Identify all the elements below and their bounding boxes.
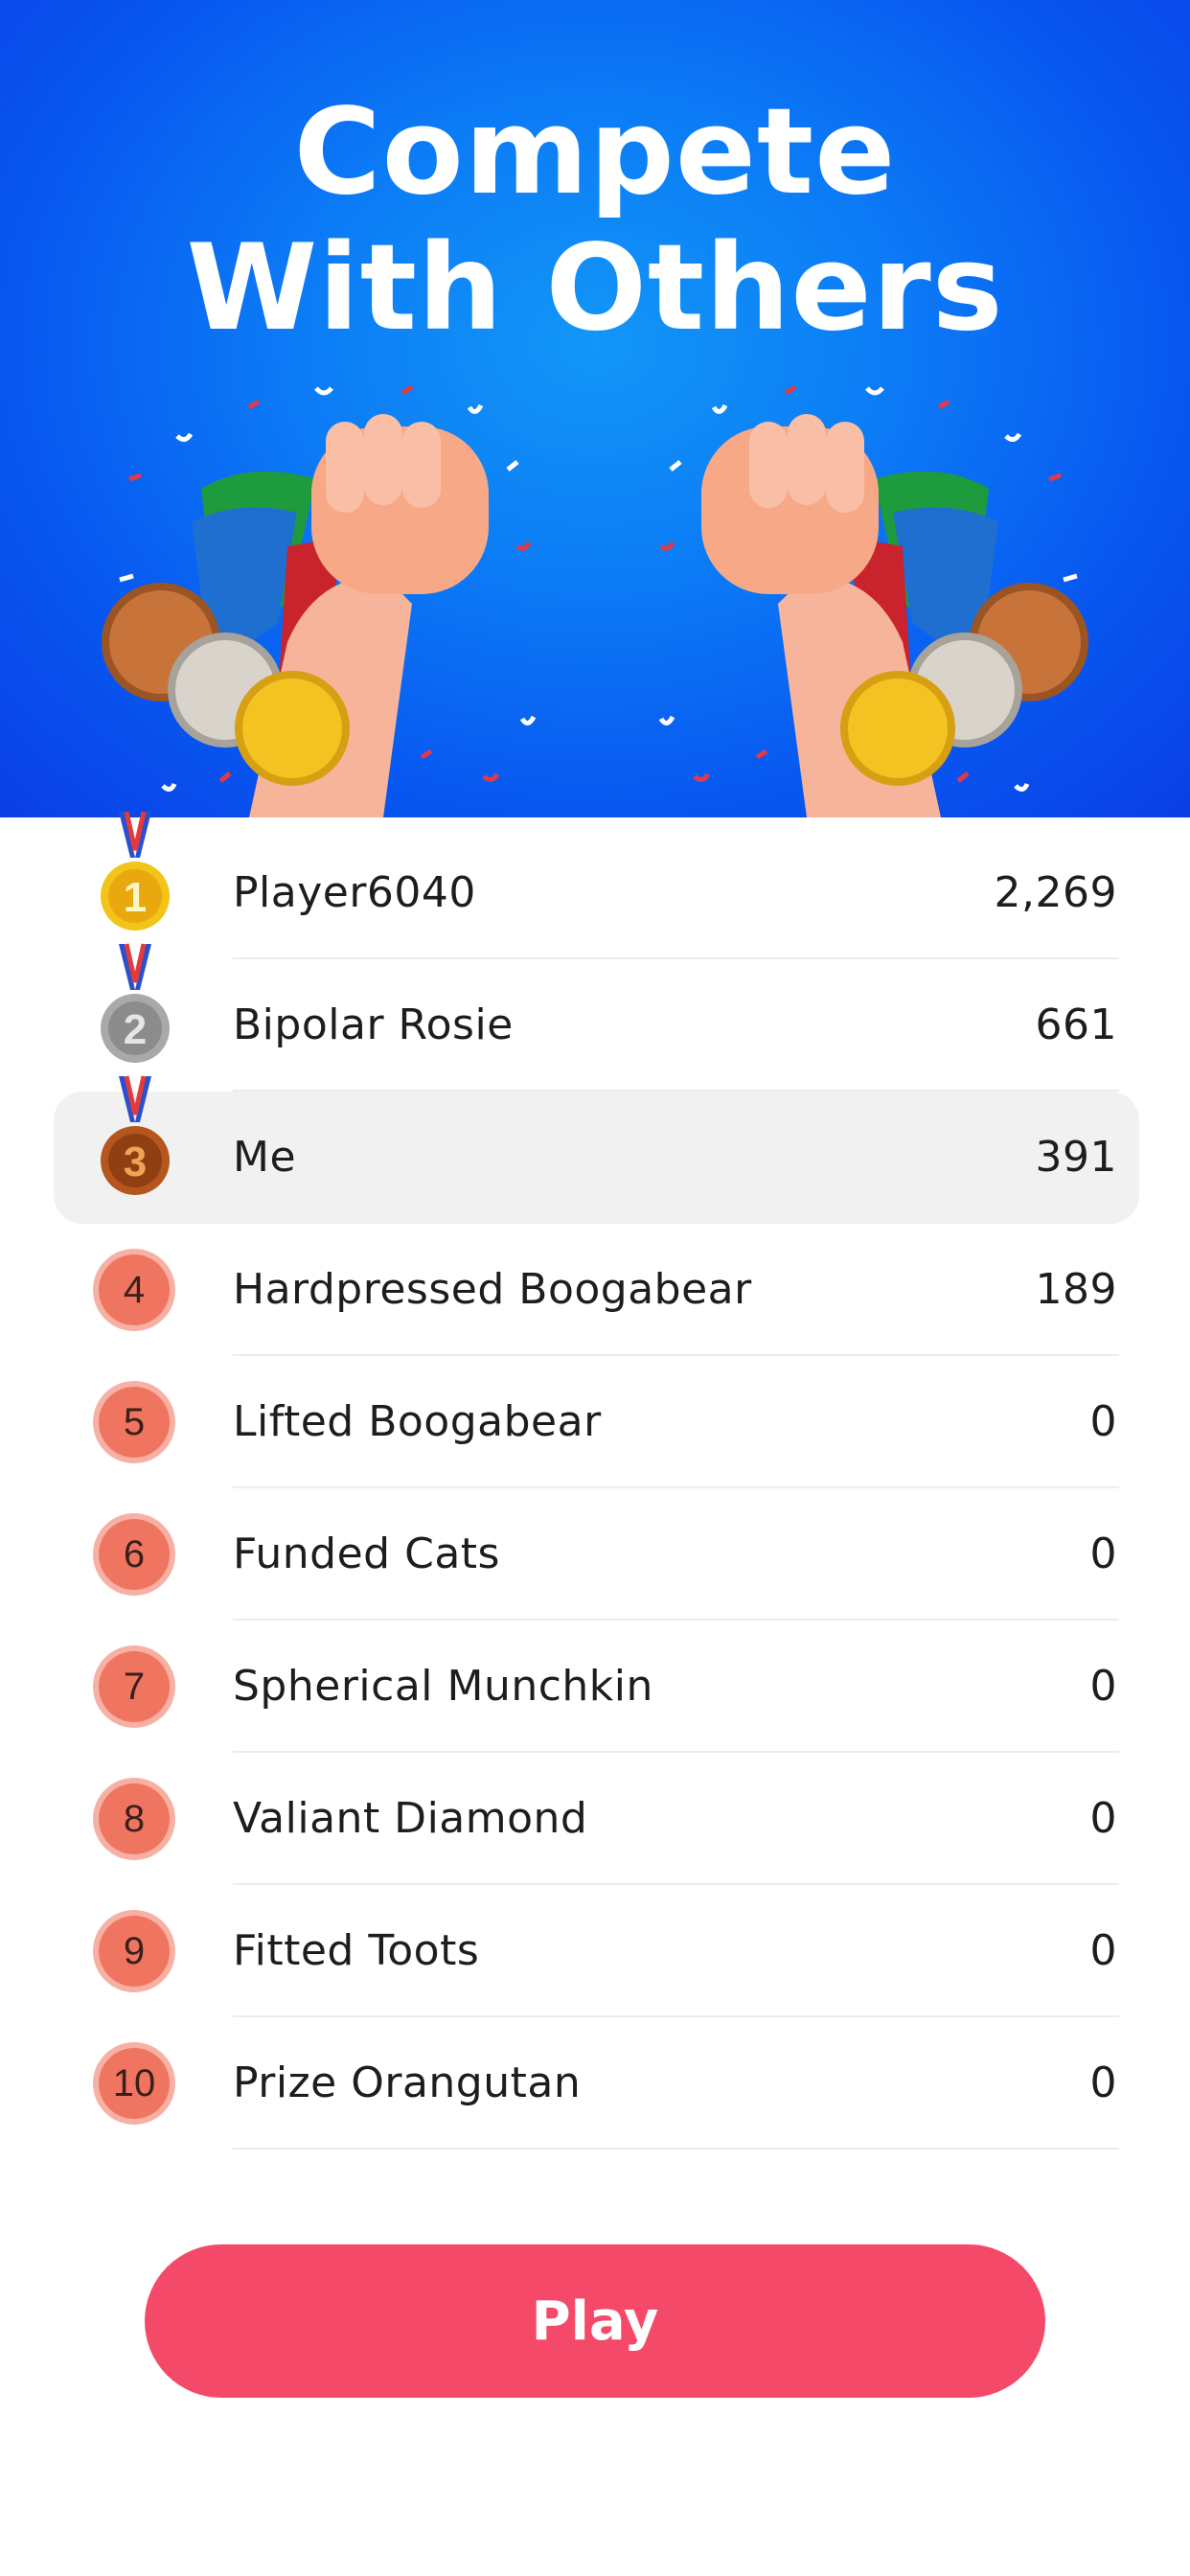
player-name: Hardpressed Boogabear [233,1265,752,1314]
rank-badge: 6 [99,1519,170,1590]
row-divider [233,2148,1119,2150]
left-hand-with-medals [102,414,489,817]
rank-badge: 4 [99,1254,170,1325]
leaderboard-row[interactable]: 7 Spherical Munchkin 0 [0,1621,1190,1753]
medals-illustration [102,384,1088,817]
player-name: Prize Orangutan [233,2058,582,2107]
player-name: Spherical Munchkin [233,1662,653,1711]
hero-title-line2: With Others [186,219,1004,357]
player-score: 189 [1035,1265,1117,1314]
player-score: 0 [1089,1530,1117,1578]
player-name: Funded Cats [233,1530,500,1578]
hero-title: Compete With Others [0,84,1190,356]
player-score: 0 [1089,1662,1117,1711]
leaderboard-row[interactable]: 1 Player6040 2,269 [0,811,1190,959]
player-name: Valiant Diamond [233,1794,588,1843]
player-score: 0 [1089,2058,1117,2107]
leaderboard-row[interactable]: 2 Bipolar Rosie 661 [0,943,1190,1092]
player-score: 0 [1089,1926,1117,1975]
leaderboard-row-current-user[interactable]: 3 Me 391 [0,1075,1190,1224]
leaderboard-row[interactable]: 10 Prize Orangutan 0 [0,2017,1190,2150]
player-score: 0 [1089,1397,1117,1446]
leaderboard-row[interactable]: 4 Hardpressed Boogabear 189 [0,1224,1190,1356]
player-name: Bipolar Rosie [233,1000,514,1049]
current-user-highlight [54,1092,1139,1224]
rank-badge: 9 [99,1916,170,1987]
svg-text:2: 2 [124,1006,147,1053]
leaderboard-row[interactable]: 5 Lifted Boogabear 0 [0,1356,1190,1488]
rank-badge: 8 [99,1783,170,1854]
silver-medal-icon: 2 [101,943,170,1063]
svg-text:3: 3 [124,1138,147,1185]
rank-badge: 7 [99,1651,170,1722]
hero-banner: Compete With Others [0,0,1190,817]
player-name: Fitted Toots [233,1926,480,1975]
rank-badge: 5 [99,1387,170,1458]
player-score: 2,269 [994,868,1117,917]
play-button[interactable]: Play [145,2244,1045,2398]
player-name: Me [233,1133,297,1182]
leaderboard-row[interactable]: 8 Valiant Diamond 0 [0,1753,1190,1885]
svg-text:1: 1 [124,874,147,921]
leaderboard-row[interactable]: 9 Fitted Toots 0 [0,1885,1190,2017]
gold-medal-icon: 1 [101,811,170,931]
player-score: 0 [1089,1794,1117,1843]
rank-badge: 10 [99,2048,170,2119]
player-score: 391 [1035,1133,1117,1182]
bronze-medal-icon: 3 [101,1075,170,1195]
player-name: Lifted Boogabear [233,1397,602,1446]
leaderboard-row[interactable]: 6 Funded Cats 0 [0,1488,1190,1621]
hero-title-line1: Compete [293,83,897,221]
player-score: 661 [1035,1000,1117,1049]
player-name: Player6040 [233,868,476,917]
